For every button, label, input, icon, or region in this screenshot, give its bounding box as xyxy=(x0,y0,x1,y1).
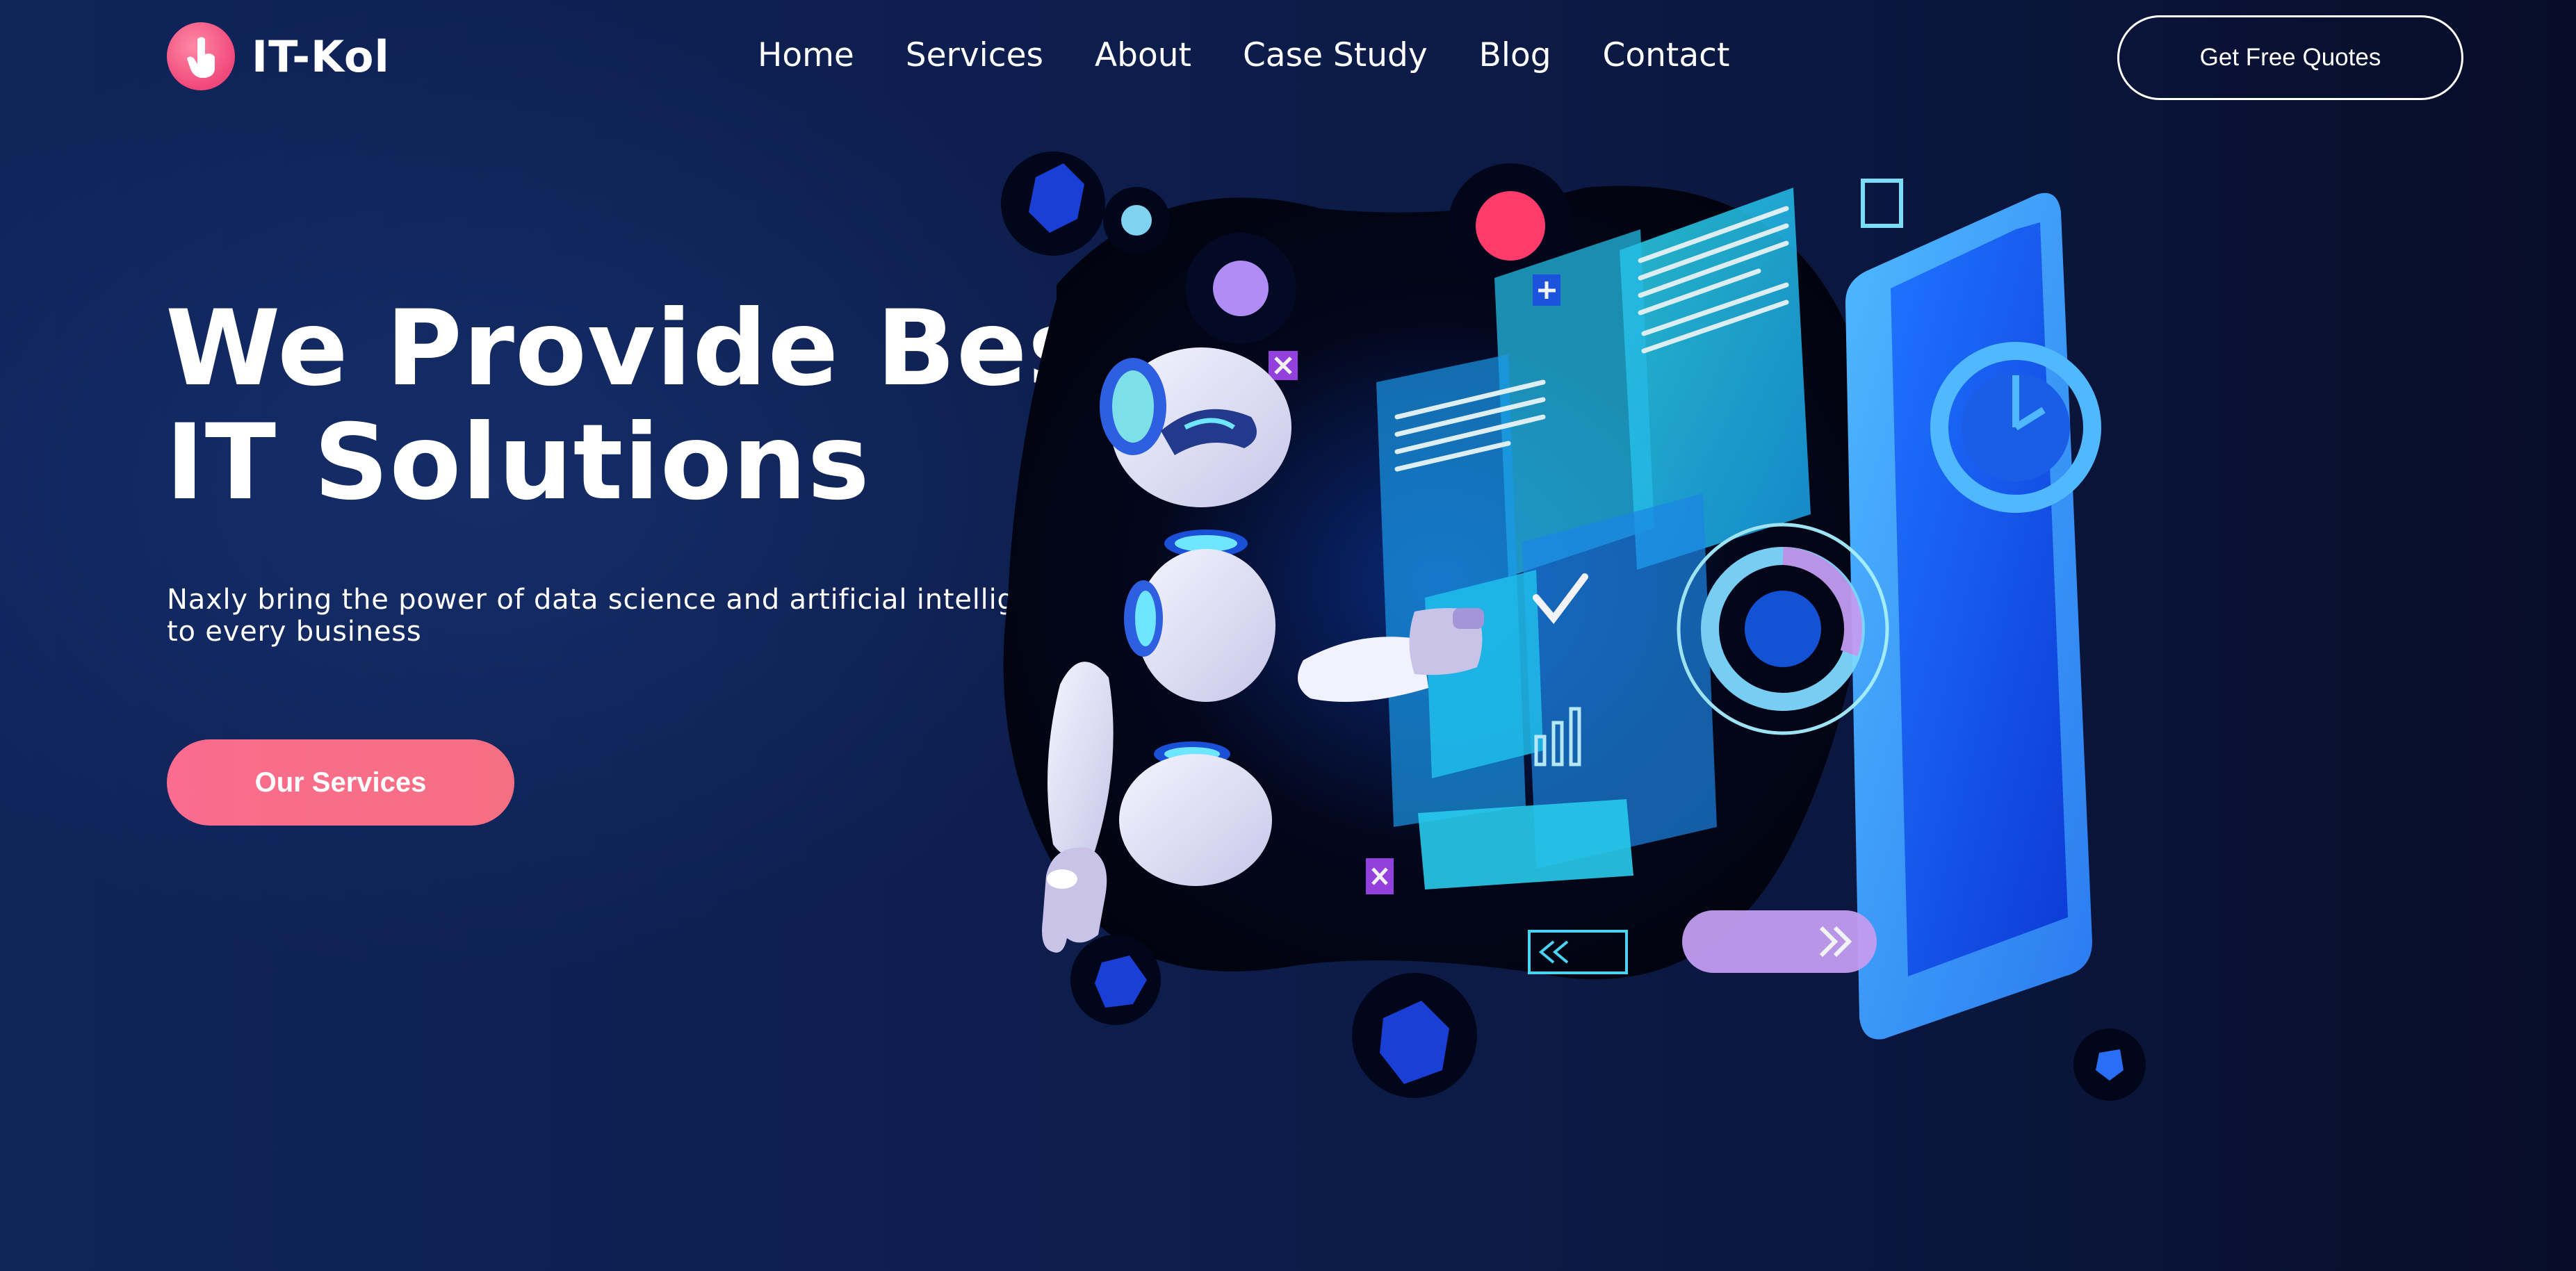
site-logo[interactable]: IT-Kol xyxy=(167,22,390,91)
nav-blog[interactable]: Blog xyxy=(1479,28,1551,83)
robot-dashboard-illustration xyxy=(1001,151,2146,1101)
get-free-quotes-button[interactable]: Get Free Quotes xyxy=(2117,15,2463,100)
hand-pointer-icon xyxy=(167,22,235,90)
nav-home[interactable]: Home xyxy=(758,28,854,83)
gauge-chart xyxy=(1677,523,1889,735)
orb-red xyxy=(1476,191,1545,261)
orb-purple xyxy=(1213,261,1269,316)
orb-teal xyxy=(1121,205,1152,236)
nav-contact[interactable]: Contact xyxy=(1603,28,1730,83)
logo-text: IT-Kol xyxy=(252,31,390,82)
tablet-device xyxy=(1845,192,2101,1040)
page: IT-Kol Home Services About Case Study Bl… xyxy=(0,0,2576,1271)
our-services-button[interactable]: Our Services xyxy=(167,739,514,826)
nav-about[interactable]: About xyxy=(1095,28,1191,83)
checkbox-icon xyxy=(1861,179,1903,228)
nav-case-study[interactable]: Case Study xyxy=(1243,28,1428,83)
nav-services[interactable]: Services xyxy=(906,28,1043,83)
main-nav: Home Services About Case Study Blog Cont… xyxy=(758,28,1729,83)
